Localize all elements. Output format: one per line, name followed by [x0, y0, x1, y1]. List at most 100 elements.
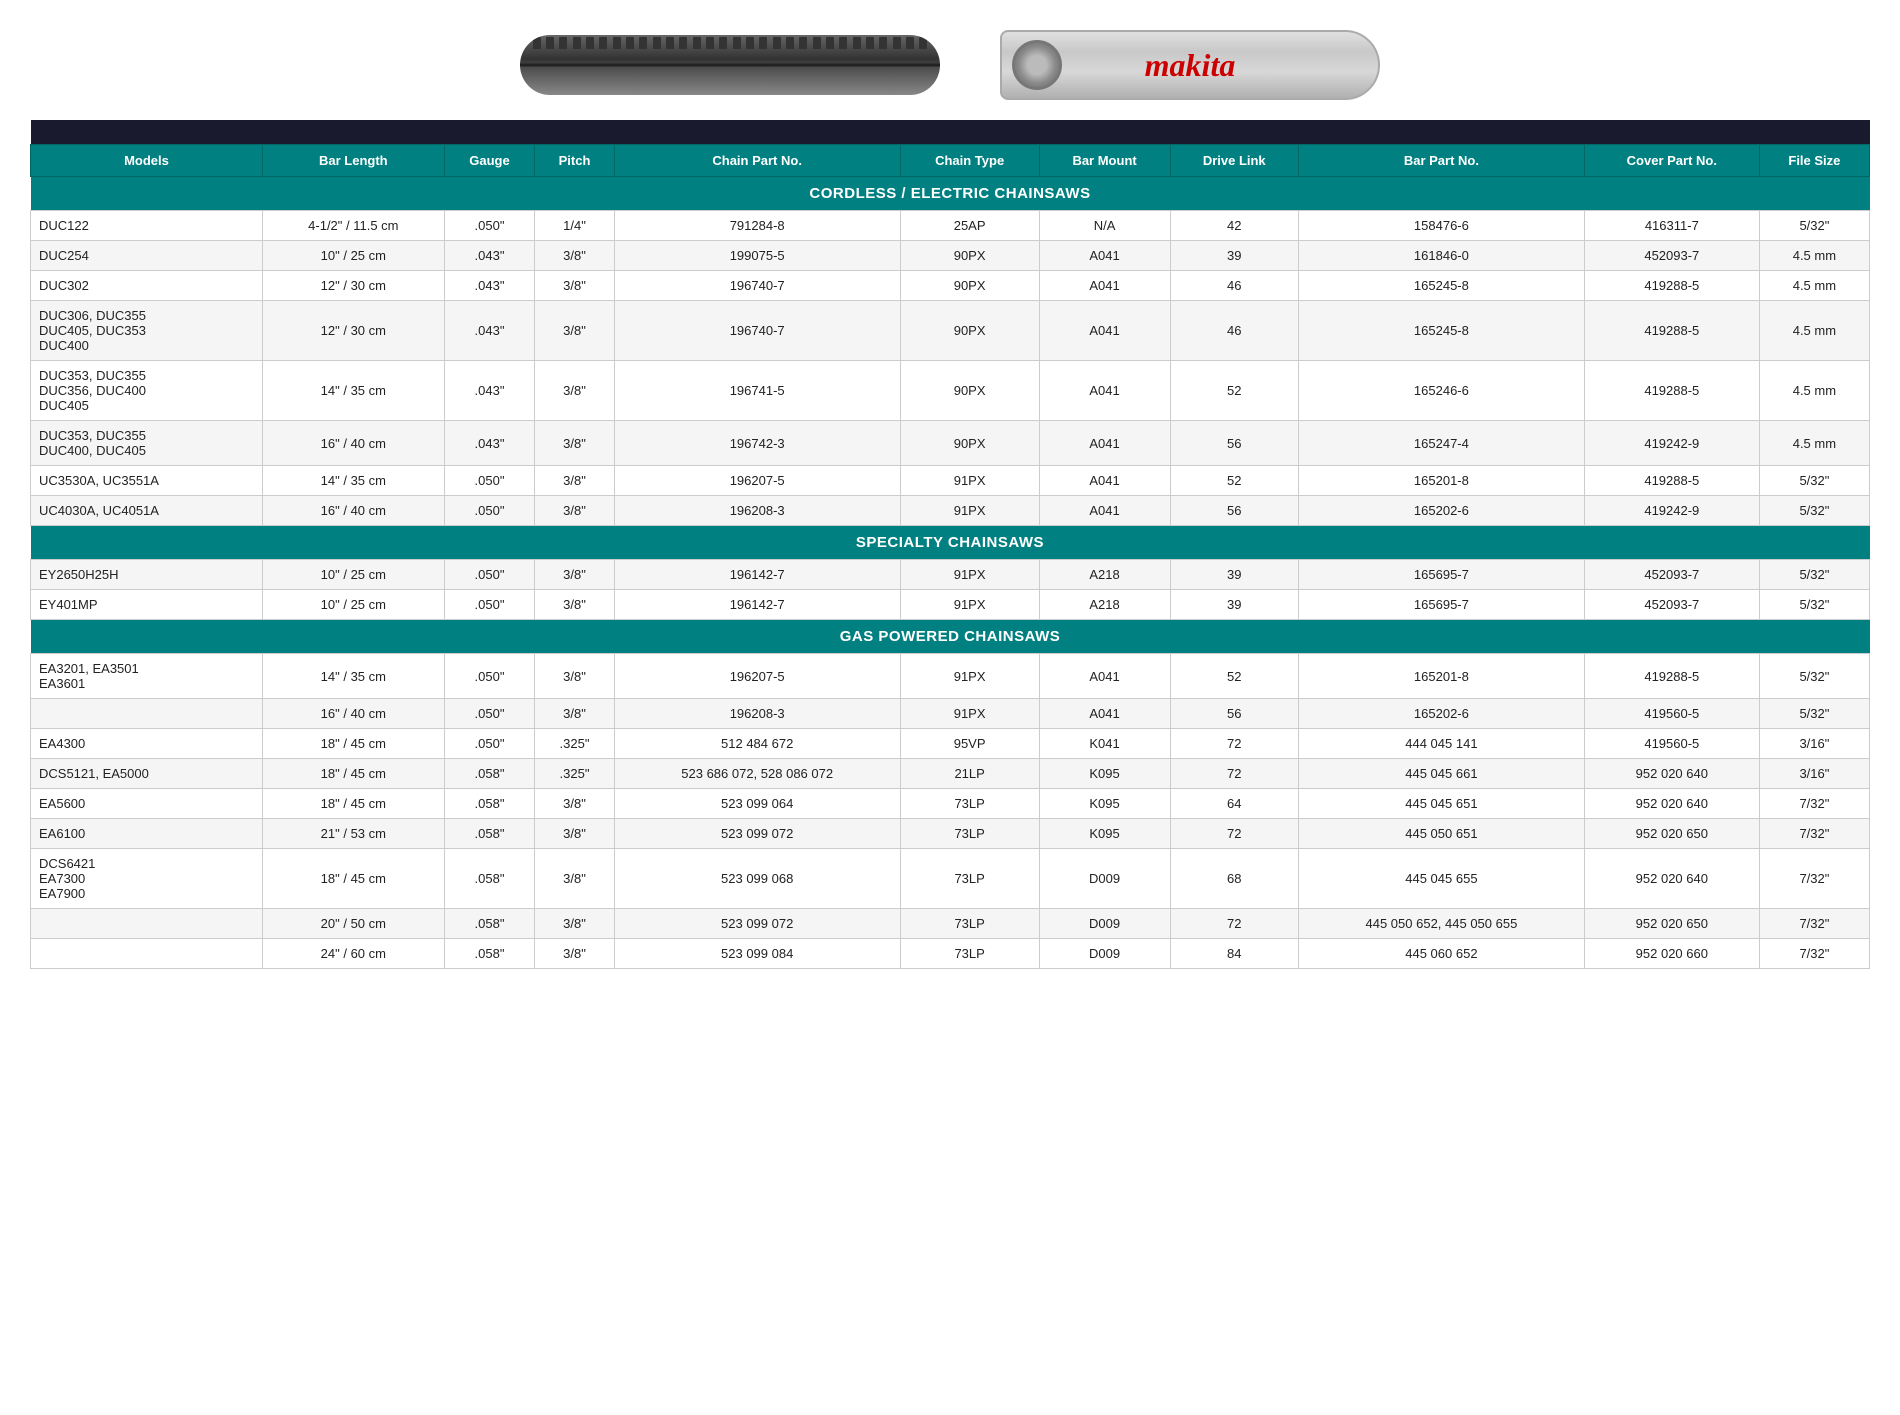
cell-0: UC4030A, UC4051A	[31, 496, 263, 526]
cell-7: 72	[1170, 759, 1298, 789]
table-row: EA560018" / 45 cm.058"3/8"523 099 06473L…	[31, 789, 1870, 819]
cell-9: 952 020 650	[1584, 819, 1759, 849]
section-header-row: GAS POWERED CHAINSAWS	[31, 620, 1870, 654]
cell-2: .058"	[444, 909, 535, 939]
cell-2: .050"	[444, 496, 535, 526]
cell-5: 91PX	[900, 466, 1039, 496]
cell-1: 21" / 53 cm	[262, 819, 444, 849]
cell-10: 4.5 mm	[1759, 361, 1869, 421]
cell-2: .043"	[444, 241, 535, 271]
cell-10: 7/32"	[1759, 909, 1869, 939]
cell-0: EA6100	[31, 819, 263, 849]
cell-1: 10" / 25 cm	[262, 560, 444, 590]
col-pitch: Pitch	[535, 145, 614, 177]
section-header-row: CORDLESS / ELECTRIC CHAINSAWS	[31, 177, 1870, 211]
cell-0: EY401MP	[31, 590, 263, 620]
cell-7: 46	[1170, 271, 1298, 301]
cell-3: 3/8"	[535, 466, 614, 496]
cell-0: EA3201, EA3501EA3601	[31, 654, 263, 699]
cell-1: 16" / 40 cm	[262, 699, 444, 729]
cell-10: 5/32"	[1759, 211, 1869, 241]
cell-6: K095	[1039, 759, 1170, 789]
cell-1: 18" / 45 cm	[262, 759, 444, 789]
cell-7: 72	[1170, 909, 1298, 939]
cell-8: 165202-6	[1298, 699, 1584, 729]
cell-8: 445 045 651	[1298, 789, 1584, 819]
cell-7: 64	[1170, 789, 1298, 819]
cell-2: .058"	[444, 819, 535, 849]
cell-4: 199075-5	[614, 241, 900, 271]
cell-6: K095	[1039, 819, 1170, 849]
section-label: CORDLESS / ELECTRIC CHAINSAWS	[31, 177, 1870, 211]
cell-0	[31, 699, 263, 729]
cell-8: 445 060 652	[1298, 939, 1584, 969]
cell-4: 791284-8	[614, 211, 900, 241]
cell-2: .043"	[444, 361, 535, 421]
cell-0: DUC306, DUC355DUC405, DUC353DUC400	[31, 301, 263, 361]
cell-6: D009	[1039, 909, 1170, 939]
cell-7: 39	[1170, 241, 1298, 271]
cell-5: 91PX	[900, 560, 1039, 590]
section-label: SPECIALTY CHAINSAWS	[31, 526, 1870, 560]
cell-0: DUC302	[31, 271, 263, 301]
cell-3: 3/8"	[535, 560, 614, 590]
cell-6: A041	[1039, 361, 1170, 421]
cell-9: 952 020 640	[1584, 789, 1759, 819]
page-wrapper: makita Models Bar Length Gauge Pitch Cha…	[0, 0, 1900, 989]
table-row: DCS5121, EA500018" / 45 cm.058".325"523 …	[31, 759, 1870, 789]
cell-4: 196742-3	[614, 421, 900, 466]
cell-8: 445 045 655	[1298, 849, 1584, 909]
cell-3: .325"	[535, 729, 614, 759]
bar-sprocket	[1012, 40, 1062, 90]
cell-5: 21LP	[900, 759, 1039, 789]
cell-9: 416311-7	[1584, 211, 1759, 241]
chain-teeth-top	[530, 37, 930, 49]
cell-10: 3/16"	[1759, 759, 1869, 789]
cell-8: 444 045 141	[1298, 729, 1584, 759]
cell-7: 52	[1170, 466, 1298, 496]
cell-3: 3/8"	[535, 301, 614, 361]
cell-2: .050"	[444, 729, 535, 759]
cell-2: .050"	[444, 590, 535, 620]
cell-4: 523 099 072	[614, 909, 900, 939]
cell-8: 165245-8	[1298, 271, 1584, 301]
cell-2: .050"	[444, 211, 535, 241]
chain-image	[520, 35, 940, 95]
cell-7: 39	[1170, 590, 1298, 620]
col-bar-part-no: Bar Part No.	[1298, 145, 1584, 177]
cell-4: 196142-7	[614, 590, 900, 620]
cell-4: 512 484 672	[614, 729, 900, 759]
cell-7: 42	[1170, 211, 1298, 241]
table-row: 16" / 40 cm.050"3/8"196208-391PXA0415616…	[31, 699, 1870, 729]
cell-5: 91PX	[900, 590, 1039, 620]
table-title	[31, 120, 1870, 145]
cell-10: 5/32"	[1759, 654, 1869, 699]
cell-8: 165695-7	[1298, 560, 1584, 590]
cell-3: 3/8"	[535, 421, 614, 466]
table-row: EA3201, EA3501EA360114" / 35 cm.050"3/8"…	[31, 654, 1870, 699]
cell-6: D009	[1039, 849, 1170, 909]
cell-3: 3/8"	[535, 789, 614, 819]
cell-5: 91PX	[900, 699, 1039, 729]
cell-10: 5/32"	[1759, 560, 1869, 590]
table-row: EY401MP10" / 25 cm.050"3/8"196142-791PXA…	[31, 590, 1870, 620]
cell-7: 56	[1170, 699, 1298, 729]
cell-10: 4.5 mm	[1759, 301, 1869, 361]
cell-0	[31, 939, 263, 969]
cell-5: 90PX	[900, 361, 1039, 421]
reference-table: Models Bar Length Gauge Pitch Chain Part…	[30, 120, 1870, 969]
cell-1: 14" / 35 cm	[262, 654, 444, 699]
cell-1: 16" / 40 cm	[262, 496, 444, 526]
cell-0: DUC353, DUC355DUC356, DUC400DUC405	[31, 361, 263, 421]
cell-1: 18" / 45 cm	[262, 729, 444, 759]
cell-6: A041	[1039, 241, 1170, 271]
cell-3: 3/8"	[535, 241, 614, 271]
cell-7: 68	[1170, 849, 1298, 909]
cell-5: 90PX	[900, 241, 1039, 271]
col-models: Models	[31, 145, 263, 177]
cell-10: 4.5 mm	[1759, 421, 1869, 466]
cell-6: A041	[1039, 496, 1170, 526]
cell-7: 52	[1170, 361, 1298, 421]
cell-8: 161846-0	[1298, 241, 1584, 271]
cell-6: A041	[1039, 654, 1170, 699]
